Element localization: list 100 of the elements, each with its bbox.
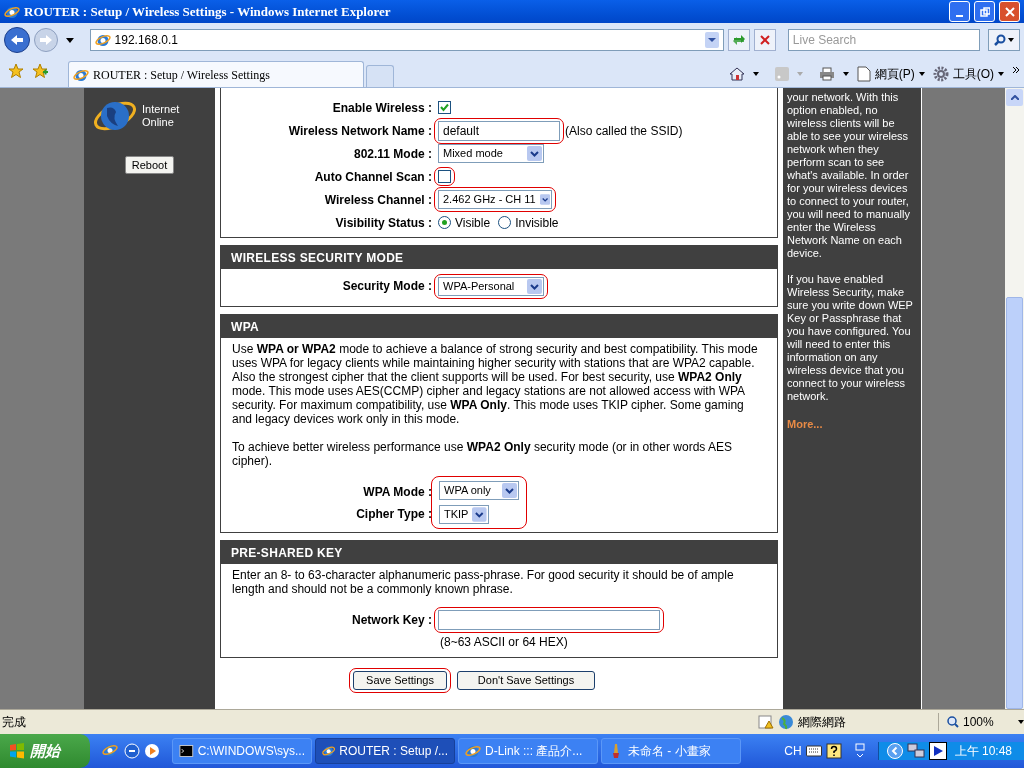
zoom-icon <box>947 716 959 728</box>
search-button[interactable] <box>988 29 1020 51</box>
dropdown-caret-icon <box>502 483 517 498</box>
field-label: Wireless Channel : <box>323 191 433 209</box>
dropdown-caret-icon <box>998 72 1004 76</box>
field-label: WPA Mode : <box>362 483 433 501</box>
console-icon <box>179 743 194 759</box>
dropdown-caret-icon[interactable] <box>842 72 849 76</box>
url-text: 192.168.0.1 <box>114 32 179 49</box>
description-text: To achieve better wireless performance use WPA2 Only security mode (or in other words AES cipher). <box>232 440 733 468</box>
search-icon <box>994 34 1007 46</box>
stop-icon <box>758 34 771 46</box>
dropdown-caret-icon <box>539 192 550 207</box>
ie-page-icon <box>465 743 481 759</box>
restore-icon <box>979 6 990 17</box>
warning-page-icon <box>758 714 774 730</box>
refresh-button[interactable] <box>728 29 750 51</box>
globe-icon <box>778 714 794 730</box>
play-icon[interactable] <box>928 742 947 760</box>
checkbox[interactable] <box>438 170 451 183</box>
dropdown-caret-icon <box>1008 38 1015 42</box>
start-button[interactable]: 開始 <box>0 734 90 768</box>
page-menu[interactable]: 網頁(P) <box>856 65 925 83</box>
refresh-icon <box>732 33 747 47</box>
checkbox[interactable] <box>438 101 451 114</box>
home-icon[interactable] <box>728 66 745 82</box>
chevron-icon[interactable] <box>1012 66 1020 74</box>
connection-status: Internet Online <box>142 103 181 129</box>
stop-button[interactable] <box>754 29 776 51</box>
close-button[interactable] <box>999 1 1020 22</box>
minimize-button[interactable] <box>949 1 970 22</box>
dropdown[interactable]: Mixed mode <box>438 144 544 163</box>
dropdown-caret-icon[interactable] <box>752 72 759 76</box>
field-label: 802.11 Mode : <box>352 145 433 163</box>
scrollbar[interactable] <box>1005 88 1024 709</box>
search-field[interactable]: Live Search <box>787 29 981 51</box>
dropdown-caret-icon <box>472 507 487 522</box>
app-launch-icon[interactable] <box>124 743 140 759</box>
field-hint: (8~63 ASCII or 64 HEX) <box>440 636 568 648</box>
radio-option[interactable]: Visible <box>438 213 491 232</box>
network-icon[interactable] <box>906 743 925 759</box>
zoom-control[interactable]: 100% <box>938 713 1024 731</box>
dropdown-caret-icon <box>527 146 542 161</box>
status-text: 完成 <box>1 714 27 731</box>
forward-arrow-icon <box>38 34 53 46</box>
settings-button[interactable]: Save Settings <box>353 671 447 690</box>
taskbar-button[interactable]: ROUTER : Setup /... <box>315 738 455 764</box>
help-text: If you have enabled Wireless Security, make sure you write down WEP Key or Passphrase that you have configured. You will need to enter this information on any wireless device that you connect to your wireless network. <box>787 273 914 403</box>
dropdown[interactable]: WPA only <box>439 481 519 500</box>
dropdown-caret-icon <box>918 72 925 76</box>
field-label: Network Key : <box>350 612 433 629</box>
taskbar-button[interactable]: C:\WINDOWS\sys... <box>172 738 312 764</box>
window-title: ROUTER : Setup / Wireless Settings - Windows Internet Explorer <box>24 2 392 21</box>
window-options-icon[interactable] <box>853 743 866 759</box>
more-link[interactable]: More... <box>787 416 917 433</box>
dropdown[interactable]: WPA-Personal <box>438 276 544 296</box>
reboot-button[interactable]: Reboot <box>124 156 175 174</box>
zone-text: 網際網路 <box>798 714 847 731</box>
field-label: Visibility Status : <box>334 214 433 232</box>
tools-menu[interactable]: 工具(O) <box>932 65 1004 83</box>
taskbar-button[interactable]: 未命名 - 小畫家 <box>601 738 741 764</box>
chevron-left-icon[interactable] <box>886 743 903 759</box>
page-icon <box>856 66 871 82</box>
field-label: Enable Wireless : <box>331 99 433 117</box>
dropdown-caret-icon[interactable] <box>65 37 74 43</box>
dropdown[interactable]: TKIP <box>439 505 489 524</box>
help-icon[interactable] <box>825 743 842 759</box>
back-button[interactable] <box>4 27 30 53</box>
radio-option[interactable]: Invisible <box>498 213 559 232</box>
browser-tab[interactable]: ROUTER : Setup / Wireless Settings <box>68 61 364 87</box>
clock: 上午 10:48 <box>954 743 1012 760</box>
favorites-star-icon[interactable] <box>8 63 24 79</box>
dropdown-caret-icon[interactable] <box>705 32 720 48</box>
restore-button[interactable] <box>974 1 995 22</box>
help-text: your network. With this option enabled, no wireless clients will be able to see your wireless network when they perform scan to see what's available. In order for your wireless devices to connect to your router, you will need to manually enter the Wireless Network Name on each device. <box>787 91 911 260</box>
close-icon <box>1004 6 1015 17</box>
field-note: (Also called the SSID) <box>565 122 683 140</box>
checkmark-icon <box>440 103 449 112</box>
section-title: WIRELESS SECURITY MODE <box>231 249 404 267</box>
field-label: Auto Channel Scan : <box>313 168 433 186</box>
keyboard-icon[interactable] <box>805 745 822 757</box>
dropdown-caret-icon <box>1018 720 1024 724</box>
dropdown-caret-icon <box>527 278 542 294</box>
text-field[interactable]: default <box>438 120 560 141</box>
settings-button[interactable]: Don't Save Settings <box>457 671 595 690</box>
field-label: Wireless Network Name : <box>287 122 433 140</box>
dropdown[interactable]: 2.462 GHz - CH 11 <box>438 190 552 209</box>
add-favorite-icon[interactable] <box>32 63 48 79</box>
ie-page-icon <box>94 32 111 48</box>
windows-flag-icon <box>8 742 26 760</box>
language-indicator[interactable]: CH <box>784 742 802 760</box>
address-field[interactable]: 192.168.0.1 <box>89 29 725 51</box>
field-label: Security Mode : <box>341 278 433 295</box>
gear-icon <box>932 66 949 82</box>
section-title: WPA <box>231 318 259 336</box>
taskbar-button[interactable]: D-Link ::: 產品介... <box>458 738 598 764</box>
media-player-icon[interactable] <box>144 743 160 759</box>
minimize-icon <box>956 15 963 17</box>
back-arrow-icon <box>9 34 24 46</box>
printer-icon[interactable] <box>818 67 835 81</box>
